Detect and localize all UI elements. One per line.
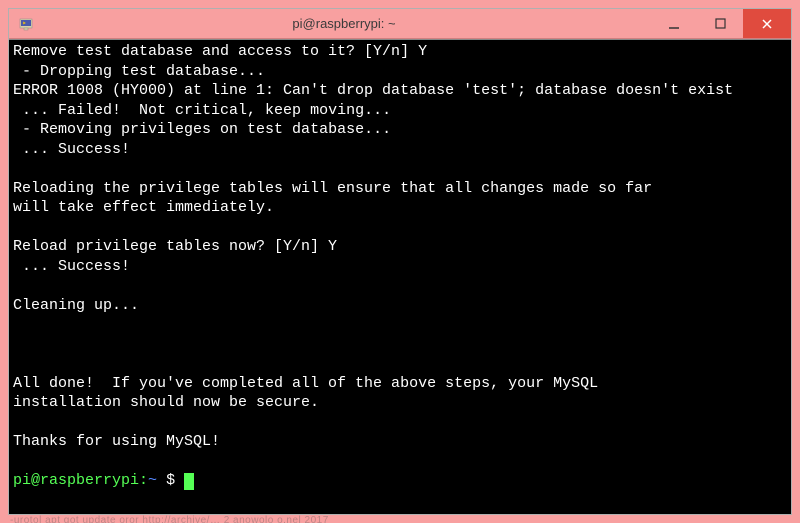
window-title: pi@raspberrypi: ~ bbox=[37, 16, 651, 31]
terminal-window: pi@raspberrypi: ~ Remove test database a… bbox=[8, 8, 792, 515]
putty-icon bbox=[17, 14, 37, 34]
cursor-block bbox=[184, 473, 194, 490]
close-button[interactable] bbox=[743, 9, 791, 38]
terminal-text: Remove test database and access to it? [… bbox=[13, 43, 733, 450]
prompt-dollar: $ bbox=[166, 472, 184, 489]
terminal-output[interactable]: Remove test database and access to it? [… bbox=[9, 39, 791, 514]
titlebar[interactable]: pi@raspberrypi: ~ bbox=[9, 9, 791, 39]
background-noise-text: -urotol apt got update oror http://archi… bbox=[10, 515, 790, 523]
maximize-button[interactable] bbox=[697, 9, 743, 38]
prompt-path: ~ bbox=[148, 472, 166, 489]
window-controls bbox=[651, 9, 791, 38]
shell-prompt: pi@raspberrypi:~ $ bbox=[13, 472, 184, 489]
minimize-button[interactable] bbox=[651, 9, 697, 38]
prompt-user-host: pi@raspberrypi bbox=[13, 472, 139, 489]
